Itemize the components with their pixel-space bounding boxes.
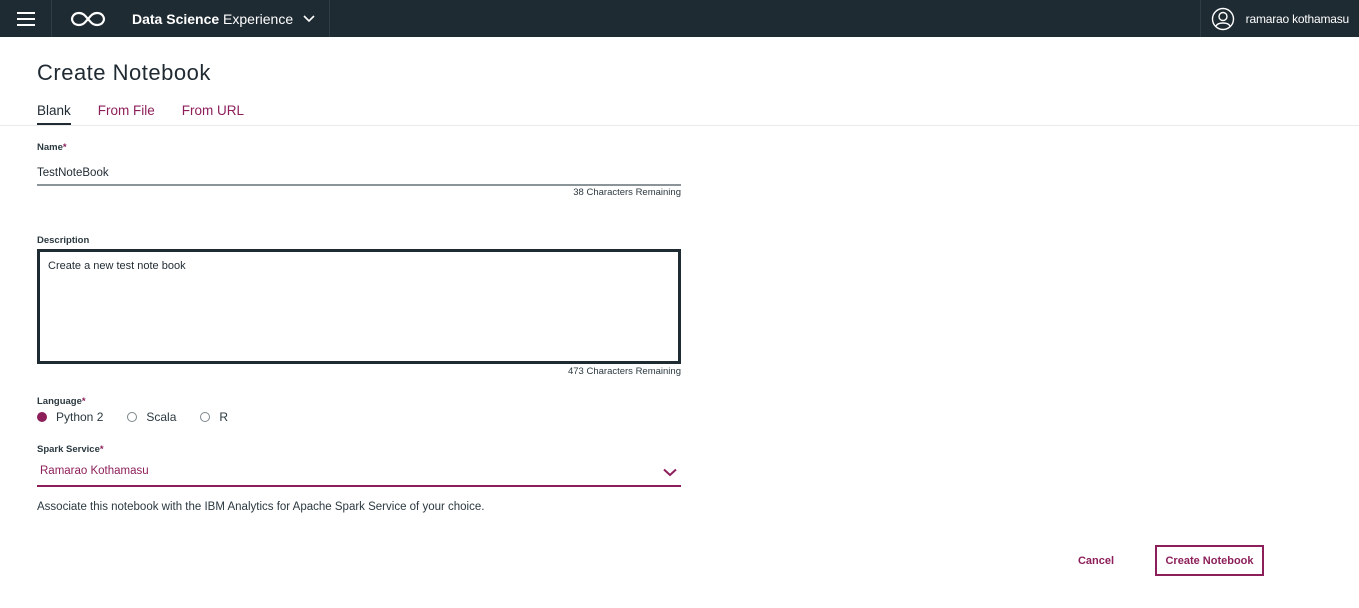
spark-service-select[interactable]: Ramarao Kothamasu [37, 460, 681, 487]
chevron-down-icon [663, 468, 677, 477]
description-label: Description [37, 235, 90, 246]
language-option-scala[interactable]: Scala [127, 410, 176, 424]
page-title: Create Notebook [37, 60, 211, 85]
language-option-r[interactable]: R [200, 410, 228, 424]
language-option-label: Scala [146, 410, 177, 424]
tab-blank[interactable]: Blank [37, 103, 71, 125]
tab-from-file[interactable]: From File [98, 103, 155, 125]
radio-checked-icon [37, 412, 47, 422]
tabs-divider [0, 125, 1359, 126]
source-tabs: Blank From File From URL [37, 103, 271, 125]
radio-unchecked-icon [127, 412, 138, 422]
language-option-label: R [219, 410, 229, 424]
spark-service-value: Ramarao Kothamasu [40, 465, 149, 477]
name-input[interactable] [37, 160, 681, 186]
create-notebook-button[interactable]: Create Notebook [1155, 545, 1264, 576]
hamburger-menu-icon [16, 11, 35, 26]
infinity-logo-icon [70, 11, 106, 26]
hamburger-menu-button[interactable] [0, 0, 52, 37]
language-option-python2[interactable]: Python 2 [37, 410, 103, 424]
language-label: Language* [37, 396, 86, 407]
description-textarea[interactable]: Create a new test note book [37, 249, 681, 364]
chevron-down-icon [303, 14, 315, 22]
spark-service-label: Spark Service* [37, 444, 104, 455]
user-name: ramarao kothamasu [1245, 11, 1350, 26]
user-avatar-icon [1211, 7, 1234, 30]
name-label: Name* [37, 142, 67, 153]
description-characters-remaining: 473 Characters Remaining [567, 366, 681, 377]
radio-unchecked-icon [200, 412, 211, 422]
cancel-button[interactable]: Cancel [1066, 545, 1126, 576]
app-name: Data Science Experience [132, 10, 294, 27]
tab-from-url[interactable]: From URL [182, 103, 244, 125]
top-navigation-bar: Data Science Experience ramarao kothamas… [0, 0, 1359, 37]
user-menu[interactable]: ramarao kothamasu [1199, 0, 1359, 37]
app-switcher[interactable]: Data Science Experience [52, 0, 331, 37]
name-characters-remaining: 38 Characters Remaining [573, 187, 681, 198]
language-radio-group: Python 2 Scala R [37, 410, 252, 424]
spark-service-help-text: Associate this notebook with the IBM Ana… [37, 501, 485, 513]
language-option-label: Python 2 [56, 410, 104, 424]
